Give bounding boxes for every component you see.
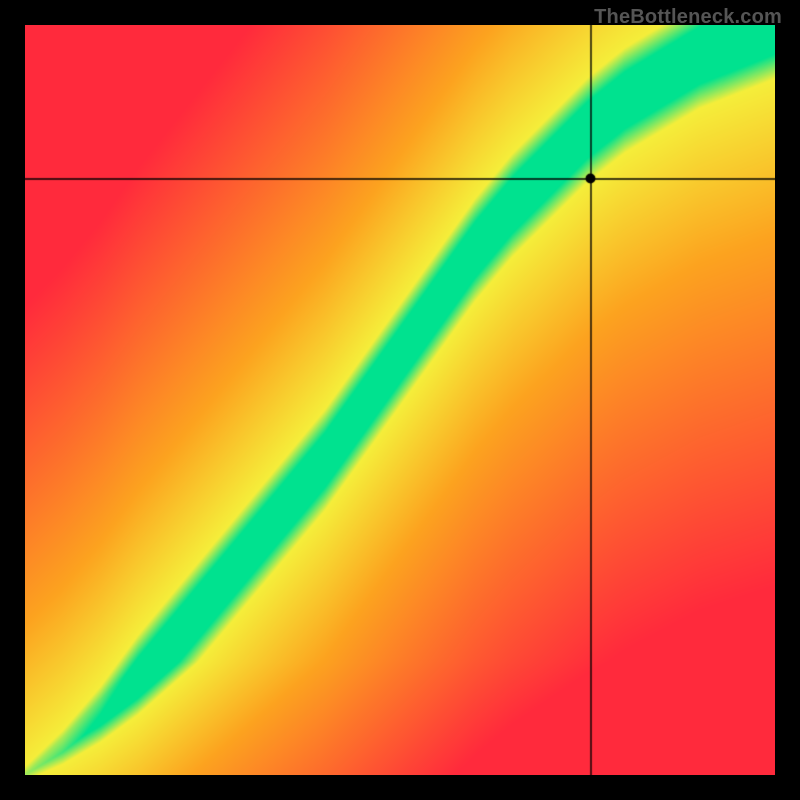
bottleneck-heatmap: [25, 25, 775, 775]
watermark-text: TheBottleneck.com: [594, 6, 782, 29]
chart-container: TheBottleneck.com: [0, 0, 800, 800]
